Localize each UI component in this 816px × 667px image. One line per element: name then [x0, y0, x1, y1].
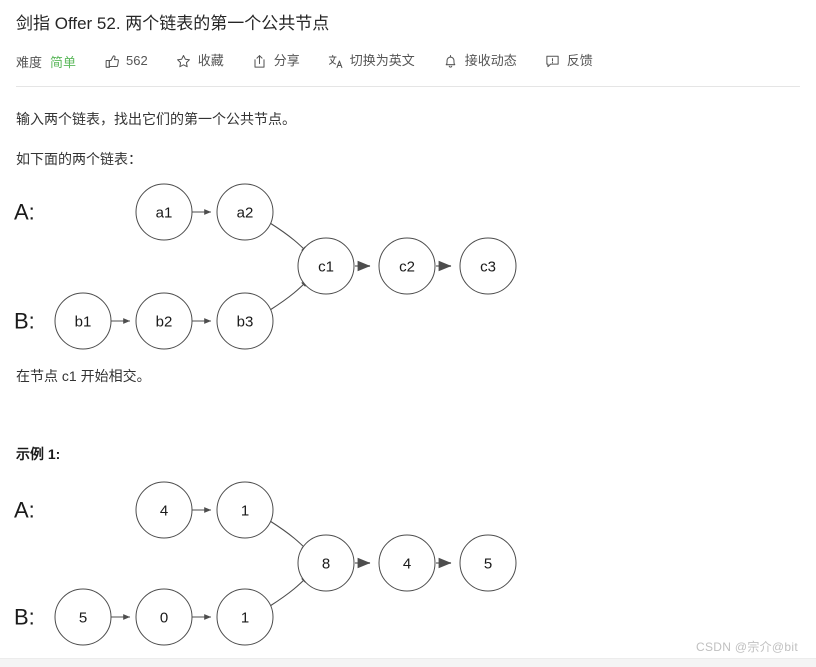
node-c3-ex: 5	[459, 534, 517, 592]
node-b2: b2	[135, 292, 193, 350]
node-a2-ex-label: 1	[241, 503, 249, 520]
diagram2-label-b: B:	[14, 605, 35, 630]
node-c1: c1	[297, 237, 355, 295]
diagram1-label-a: A:	[14, 200, 35, 225]
node-c3-label: c3	[480, 259, 496, 276]
node-c3: c3	[459, 237, 517, 295]
node-b3-ex: 1	[216, 588, 274, 646]
node-a1-ex-label: 4	[160, 503, 168, 520]
like-count: 562	[126, 53, 148, 68]
node-b3: b3	[216, 292, 274, 350]
node-b3-ex-label: 1	[241, 610, 249, 627]
node-c2-label: c2	[399, 259, 415, 276]
favorite-button[interactable]: 收藏	[176, 50, 224, 72]
node-c1-ex-label: 8	[322, 556, 330, 573]
node-b1-ex-label: 5	[79, 610, 87, 627]
node-b2-ex: 0	[135, 588, 193, 646]
node-c2-ex: 4	[378, 534, 436, 592]
node-c3-ex-label: 5	[484, 556, 492, 573]
feedback-label: 反馈	[566, 53, 593, 68]
page-title: 剑指 Offer 52. 两个链表的第一个公共节点	[16, 14, 330, 33]
node-b2-ex-label: 0	[160, 610, 168, 627]
like-button[interactable]: 562	[104, 50, 148, 72]
node-a1-ex: 4	[135, 481, 193, 539]
node-b1-ex: 5	[54, 588, 112, 646]
share-label: 分享	[273, 53, 300, 68]
node-b1: b1	[54, 292, 112, 350]
thumbs-up-icon	[104, 53, 120, 69]
header-divider	[16, 86, 800, 87]
subscribe-button[interactable]: 接收动态	[443, 50, 517, 72]
switch-language-button[interactable]: 切换为英文	[328, 50, 415, 72]
feedback-icon	[545, 53, 561, 69]
star-icon	[176, 53, 192, 69]
node-c1-ex: 8	[297, 534, 355, 592]
subscribe-label: 接收动态	[464, 53, 517, 68]
problem-toolbar: 难度 简单 562 收藏 分享 切换为英文 接收动态 反馈	[16, 50, 593, 72]
diagram1-label-b: B:	[14, 309, 35, 334]
node-a1: a1	[135, 183, 193, 241]
node-c1-label: c1	[318, 259, 334, 276]
example-heading: 示例 1:	[16, 446, 61, 462]
node-b1-label: b1	[75, 314, 92, 331]
switch-language-label: 切换为英文	[349, 53, 415, 68]
share-button[interactable]: 分享	[252, 50, 300, 72]
node-a1-label: a1	[156, 205, 173, 222]
node-a2-label: a2	[237, 205, 254, 222]
favorite-label: 收藏	[197, 53, 224, 68]
bell-icon	[443, 53, 459, 69]
problem-description: 输入两个链表，找出它们的第一个公共节点。	[16, 111, 296, 127]
difficulty-label: 难度	[16, 54, 43, 70]
node-b3-label: b3	[237, 314, 254, 331]
node-b2-label: b2	[156, 314, 173, 331]
difficulty-badge: 简单	[50, 54, 77, 70]
feedback-button[interactable]: 反馈	[545, 50, 593, 72]
node-a2-ex: 1	[216, 481, 274, 539]
intersection-note: 在节点 c1 开始相交。	[16, 368, 151, 384]
node-c2-ex-label: 4	[403, 556, 411, 573]
watermark: CSDN @宗介@bit	[696, 640, 798, 654]
node-c2: c2	[378, 237, 436, 295]
diagram-caption: 如下面的两个链表：	[16, 151, 142, 167]
linked-list-diagram-generic: A: B: a1 a2 b1 b2 b3 c1 c2 c3	[0, 175, 560, 355]
linked-list-diagram-example1: A: B: 4 1 5 0 1 8 4 5	[0, 473, 560, 658]
diagram2-label-a: A:	[14, 498, 35, 523]
node-a2: a2	[216, 183, 274, 241]
translate-icon	[328, 53, 344, 69]
share-icon	[252, 53, 268, 69]
